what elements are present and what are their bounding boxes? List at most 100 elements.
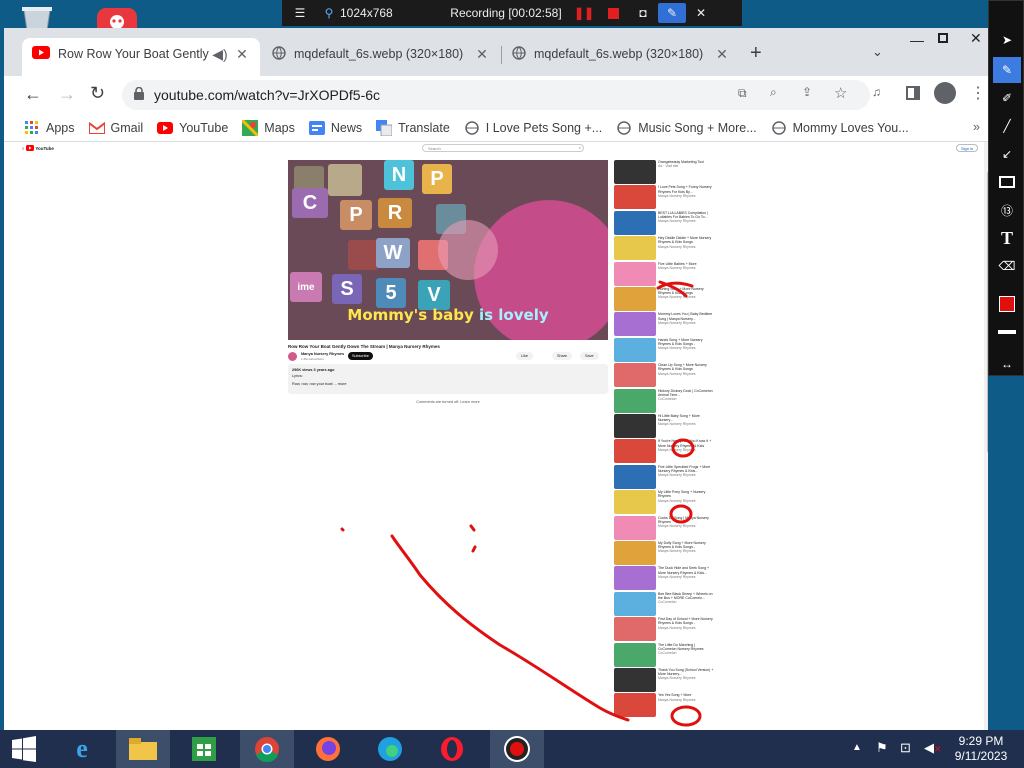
video-thumbnail[interactable]: [614, 464, 656, 489]
suggested-video[interactable]: Five Little Speckled Frogs + More Nurser…: [614, 464, 714, 489]
stop-icon[interactable]: [598, 0, 628, 26]
channel-avatar[interactable]: [288, 352, 297, 361]
video-thumbnail[interactable]: [614, 363, 656, 388]
kebab-menu-icon[interactable]: ⋮: [970, 83, 986, 103]
search-icon[interactable]: ⌕: [579, 145, 581, 150]
bookmarks-overflow-icon[interactable]: »: [973, 120, 980, 134]
back-icon[interactable]: ←: [24, 84, 42, 105]
open-in-app-icon[interactable]: ⧉: [738, 86, 747, 101]
signin-button[interactable]: Sign in: [956, 144, 979, 152]
store-icon[interactable]: [180, 730, 228, 768]
video-thumbnail[interactable]: [614, 185, 656, 210]
maximize-icon[interactable]: [938, 33, 948, 43]
suggested-video[interactable]: First Day of School + More Nursery Rhyme…: [614, 617, 714, 642]
collapse-icon[interactable]: ↔: [993, 351, 1021, 377]
suggested-video[interactable]: Orangebeauty Marketing Tool Ad · Visit si…: [614, 160, 714, 184]
bookmark-pets-song[interactable]: I Love Pets Song +...: [464, 120, 602, 136]
video-thumbnail[interactable]: [614, 160, 656, 184]
forward-icon[interactable]: →: [58, 84, 76, 105]
minimize-icon[interactable]: —: [910, 32, 924, 48]
cursor-icon[interactable]: ➤: [993, 27, 1021, 53]
suggested-video[interactable]: Yes Yes Song + More Manya Nursery Rhymes: [614, 693, 714, 718]
channel-name[interactable]: Manya Nursery Rhymes: [301, 352, 344, 356]
video-thumbnail[interactable]: [614, 414, 656, 438]
bookmark-gmail[interactable]: Gmail: [88, 120, 143, 136]
suggested-video[interactable]: Thank You Song (School Version) + More N…: [614, 668, 714, 692]
video-thumbnail[interactable]: [614, 287, 656, 311]
pin-icon[interactable]: ⚲: [318, 0, 340, 26]
video-thumbnail[interactable]: [614, 236, 656, 261]
start-button[interactable]: [0, 730, 48, 768]
suggested-video[interactable]: Mommy Loves You | Baby Bedtime Song | Ma…: [614, 312, 714, 337]
file-explorer-icon[interactable]: [116, 730, 170, 768]
text-icon[interactable]: T: [993, 225, 1021, 251]
screen-recorder-icon[interactable]: [490, 730, 544, 768]
rectangle-icon[interactable]: [993, 169, 1021, 195]
video-thumbnail[interactable]: [614, 566, 656, 591]
opera-icon[interactable]: [428, 730, 476, 768]
profile-avatar-icon[interactable]: [934, 82, 956, 104]
youtube-logo[interactable]: ≡ YouTube: [22, 145, 54, 151]
suggested-video[interactable]: BEST LULLABIES Compilation | Lullabies F…: [614, 210, 714, 235]
network-icon[interactable]: ⊡: [900, 740, 911, 756]
suggested-video[interactable]: The Duck Hide and Seek Song + More Nurse…: [614, 566, 714, 591]
highlighter-icon[interactable]: ✐: [993, 85, 1021, 111]
bookmark-maps[interactable]: Maps: [242, 119, 295, 136]
suggested-video[interactable]: Five Little Babies + More Manya Nursery R…: [614, 261, 714, 286]
video-thumbnail[interactable]: [614, 693, 656, 718]
suggested-video[interactable]: Clean Up Song + More Nursery Rhymes & Ki…: [614, 363, 714, 388]
suggested-video[interactable]: Hurting Song + More Nursery Rhymes & Kid…: [614, 287, 714, 311]
tab-search-icon[interactable]: ⌄: [872, 44, 883, 60]
suggested-video[interactable]: My Dolly Song + More Nursery Rhymes & Ki…: [614, 541, 714, 565]
tab-close-icon[interactable]: ✕: [474, 46, 490, 63]
line-icon[interactable]: ╱: [993, 113, 1021, 139]
bookmark-mommy-loves[interactable]: Mommy Loves You...: [771, 120, 909, 136]
video-thumbnail[interactable]: [614, 261, 656, 286]
edge-icon[interactable]: [366, 730, 414, 768]
tray-expand-icon[interactable]: ▲: [852, 742, 862, 753]
suggested-video[interactable]: The Little Do Marching | CoComelon Nurse…: [614, 642, 714, 667]
description-box[interactable]: 296K views 3 years ago Lyrics: Row, row,…: [288, 364, 608, 394]
volume-muted-icon[interactable]: ◀✕: [924, 740, 942, 756]
bookmark-music-song[interactable]: Music Song + More...: [616, 120, 757, 136]
suggested-video[interactable]: Bee Bee Black Sheep + Wheels on the Bus …: [614, 591, 714, 616]
tab-image-1[interactable]: mqdefault_6s.webp (320×180) ✕: [262, 38, 500, 70]
menu-icon[interactable]: ☰: [282, 0, 318, 26]
video-thumbnail[interactable]: [614, 591, 656, 616]
suggested-video[interactable]: I Love Pets Song + Funny Nursery Rhymes …: [614, 185, 714, 210]
clock[interactable]: 9:29 PM 9/11/2023: [946, 734, 1016, 764]
video-thumbnail[interactable]: [614, 337, 656, 362]
bookmark-youtube[interactable]: YouTube: [157, 120, 228, 136]
media-control-icon[interactable]: ♫: [872, 85, 881, 99]
chrome-icon[interactable]: [240, 730, 294, 768]
suggested-video[interactable]: Cocks Do Song | Manya Nursery Rhymes Many…: [614, 515, 714, 540]
side-panel-icon[interactable]: [906, 86, 920, 100]
suggested-video[interactable]: Hickory Dickory Dock | CoComelon Animal …: [614, 388, 714, 413]
video-thumbnail[interactable]: [614, 490, 656, 515]
window-close-icon[interactable]: ✕: [970, 30, 982, 47]
star-icon[interactable]: ☆: [834, 84, 847, 102]
suggested-video[interactable]: If You're Happy And You Know It + More N…: [614, 439, 714, 464]
video-thumbnail[interactable]: [614, 642, 656, 667]
zoom-icon[interactable]: ⌕: [770, 85, 777, 100]
video-player[interactable]: N P C P R W ime S 5 V Mommy's baby is lo…: [288, 160, 608, 340]
bookmark-apps[interactable]: Apps: [24, 120, 75, 136]
address-bar[interactable]: youtube.com/watch?v=JrXOPDf5-6c ⧉ ⌕ ⇪ ☆: [122, 80, 870, 110]
flag-icon[interactable]: ⚑: [876, 740, 888, 756]
eraser-icon[interactable]: ⌫: [993, 253, 1021, 279]
suggested-video[interactable]: My Little Pony Song + Nursery Rhymes Many…: [614, 490, 714, 515]
internet-explorer-icon[interactable]: e: [58, 730, 106, 768]
subscribe-button[interactable]: Subscribe: [348, 352, 373, 360]
camera-icon[interactable]: ◘: [628, 0, 658, 26]
video-thumbnail[interactable]: [614, 312, 656, 337]
video-thumbnail[interactable]: [614, 541, 656, 565]
tab-youtube-video[interactable]: Row Row Your Boat Gently D ◀) ✕: [22, 38, 260, 78]
stroke-width-icon[interactable]: [993, 319, 1021, 345]
search-input[interactable]: Search ⌕: [422, 144, 584, 152]
suggested-video[interactable]: Hey Diddle Diddle + More Nursery Rhymes …: [614, 236, 714, 261]
video-thumbnail[interactable]: [614, 617, 656, 642]
color-swatch-icon[interactable]: [993, 291, 1021, 317]
suggested-video[interactable]: Hi Little Baby Song + More Nursery... Man…: [614, 414, 714, 438]
video-thumbnail[interactable]: [614, 388, 656, 413]
bookmark-news[interactable]: News: [308, 120, 362, 136]
